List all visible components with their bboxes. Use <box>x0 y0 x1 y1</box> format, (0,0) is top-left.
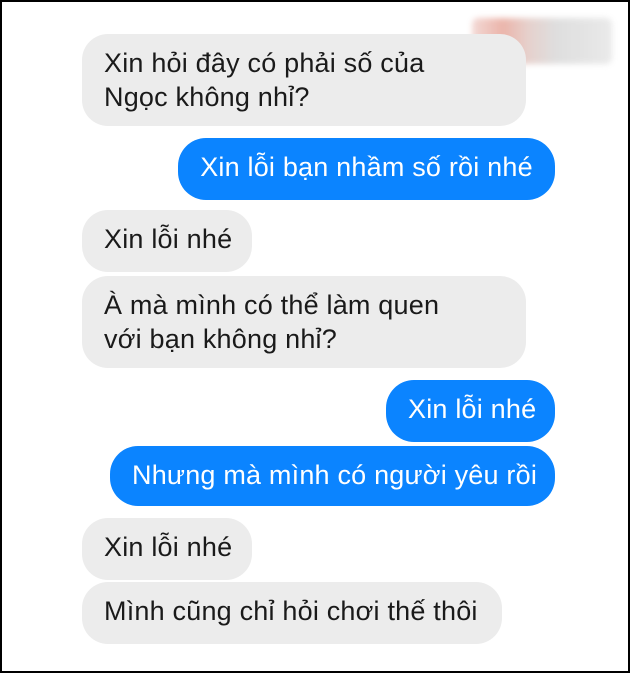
message-text-line: Mình cũng chỉ hỏi chơi thế thôi <box>104 596 478 626</box>
message-text-line: Ngọc không nhỉ? <box>104 82 310 112</box>
outgoing-message-bubble[interactable]: Nhưng mà mình có người yêu rồi <box>110 446 555 506</box>
message-text-line: Xin lỗi nhé <box>408 394 537 424</box>
message-text-line: Xin lỗi bạn nhầm số rồi nhé <box>200 152 533 182</box>
message-text-line: Xin lỗi nhé <box>104 532 233 562</box>
message-text-line: với bạn không nhỉ? <box>104 324 337 354</box>
message-text-line: À mà mình có thể làm quen <box>104 290 440 320</box>
incoming-message-bubble[interactable]: Xin hỏi đây có phải số của Ngọc không nh… <box>82 34 526 126</box>
incoming-message-bubble[interactable]: Xin lỗi nhé <box>82 518 252 580</box>
message-text-line: Xin hỏi đây có phải số của <box>104 48 425 78</box>
message-text-line: Xin lỗi nhé <box>104 224 233 254</box>
outgoing-message-bubble[interactable]: Xin lỗi bạn nhầm số rồi nhé <box>178 138 555 200</box>
message-text-line: Nhưng mà mình có người yêu rồi <box>132 460 538 490</box>
chat-screenshot-frame: Xin hỏi đây có phải số của Ngọc không nh… <box>0 0 630 673</box>
incoming-message-bubble[interactable]: À mà mình có thể làm quen với bạn không … <box>82 276 526 368</box>
incoming-message-bubble[interactable]: Mình cũng chỉ hỏi chơi thế thôi <box>82 582 502 644</box>
incoming-message-bubble[interactable]: Xin lỗi nhé <box>82 210 252 272</box>
outgoing-message-bubble[interactable]: Xin lỗi nhé <box>386 380 555 442</box>
